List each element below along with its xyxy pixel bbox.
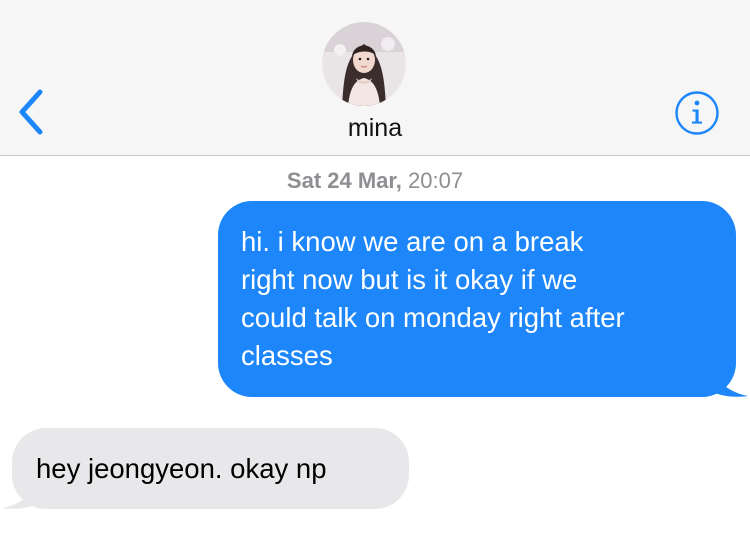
sent-message-bubble[interactable]: hi. i know we are on a break right now b… <box>218 201 736 397</box>
avatar-photo <box>322 22 406 106</box>
message-timestamp: Sat 24 Mar, 20:07 <box>0 167 750 195</box>
info-button[interactable] <box>674 90 720 136</box>
received-message-bubble[interactable]: hey jeongyeon. okay np <box>12 428 409 509</box>
info-icon <box>675 91 719 135</box>
timestamp-day: Sat 24 Mar, <box>286 168 402 193</box>
contact-avatar[interactable] <box>322 22 406 106</box>
conversation-header: mina <box>0 0 750 156</box>
contact-name[interactable]: mina <box>0 113 750 143</box>
timestamp-time: 20:07 <box>408 168 464 193</box>
